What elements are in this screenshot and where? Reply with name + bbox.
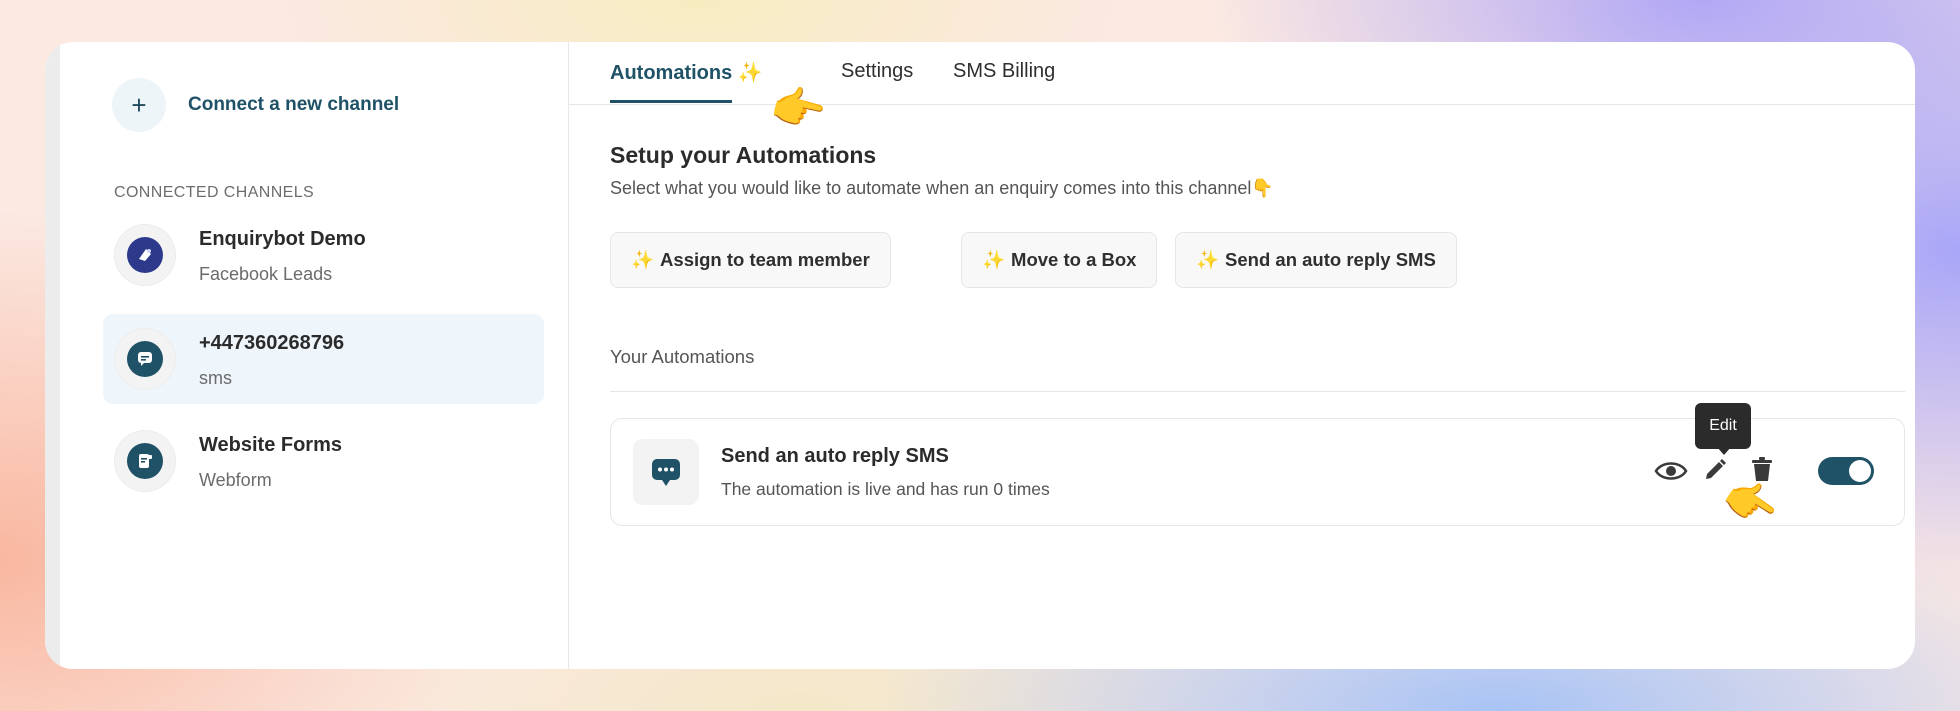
automation-status: The automation is live and has run 0 tim… <box>721 479 1050 499</box>
button-label: Move to a Box <box>1011 249 1137 270</box>
connected-channels-heading: CONNECTED CHANNELS <box>114 184 315 201</box>
channel-name: Enquirybot Demo <box>199 228 366 250</box>
main-panel: Automations ✨ Settings SMS Billing Setup… <box>569 42 1915 669</box>
tab-bar: Automations ✨ Settings SMS Billing <box>569 42 1915 105</box>
page-title: Setup your Automations <box>610 142 877 168</box>
webform-icon <box>127 443 163 479</box>
move-to-a-box-button[interactable]: ✨ Move to a Box <box>961 232 1158 288</box>
channel-item-website-forms[interactable]: Website Forms Webform <box>103 416 544 506</box>
channel-type: Facebook Leads <box>199 264 333 284</box>
edit-pencil-icon[interactable] <box>1701 455 1729 485</box>
tab-automations[interactable]: Automations ✨ <box>610 60 763 85</box>
chat-bubble-icon <box>633 439 699 505</box>
edit-tooltip: Edit <box>1695 403 1751 449</box>
divider <box>610 391 1905 392</box>
sidebar: + Connect a new channel CONNECTED CHANNE… <box>60 42 569 669</box>
channel-type: sms <box>199 368 232 388</box>
channel-avatar <box>114 430 176 492</box>
tooltip-arrow <box>1717 447 1731 455</box>
window-edge <box>45 42 60 669</box>
sms-icon <box>127 341 163 377</box>
sparkle-icon: ✨ <box>1196 249 1220 270</box>
tab-sms-billing[interactable]: SMS Billing <box>953 60 1055 83</box>
channel-avatar <box>114 224 176 286</box>
channel-name: +447360268796 <box>199 332 345 354</box>
page-subtitle: Select what you would like to automate w… <box>610 178 1274 198</box>
connect-new-channel-label: Connect a new channel <box>188 94 400 115</box>
channel-type: Webform <box>199 470 272 490</box>
channel-item-enquirybot[interactable]: Enquirybot Demo Facebook Leads <box>103 210 544 300</box>
channel-name: Website Forms <box>199 434 342 456</box>
your-automations-heading: Your Automations <box>610 346 755 367</box>
channel-avatar <box>114 328 176 390</box>
send-auto-reply-sms-button[interactable]: ✨ Send an auto reply SMS <box>1175 232 1457 288</box>
button-label: Assign to team member <box>660 249 870 270</box>
toggle-knob <box>1849 460 1871 482</box>
sparkle-icon: ✨ <box>982 249 1006 270</box>
app-window: + Connect a new channel CONNECTED CHANNE… <box>45 42 1915 669</box>
assign-to-team-member-button[interactable]: ✨ Assign to team member <box>610 232 891 288</box>
facebook-leads-icon <box>127 237 163 273</box>
tab-settings[interactable]: Settings <box>841 60 913 83</box>
plus-icon: + <box>112 78 166 132</box>
channel-item-sms[interactable]: +447360268796 sms <box>103 314 544 404</box>
automation-enabled-toggle[interactable] <box>1818 457 1874 485</box>
active-tab-indicator <box>610 100 732 103</box>
sparkle-icon: ✨ <box>631 249 655 270</box>
view-icon[interactable] <box>1653 455 1689 487</box>
connect-new-channel-button[interactable]: + Connect a new channel <box>112 78 399 132</box>
button-label: Send an auto reply SMS <box>1225 249 1436 270</box>
automation-title: Send an auto reply SMS <box>721 445 949 467</box>
